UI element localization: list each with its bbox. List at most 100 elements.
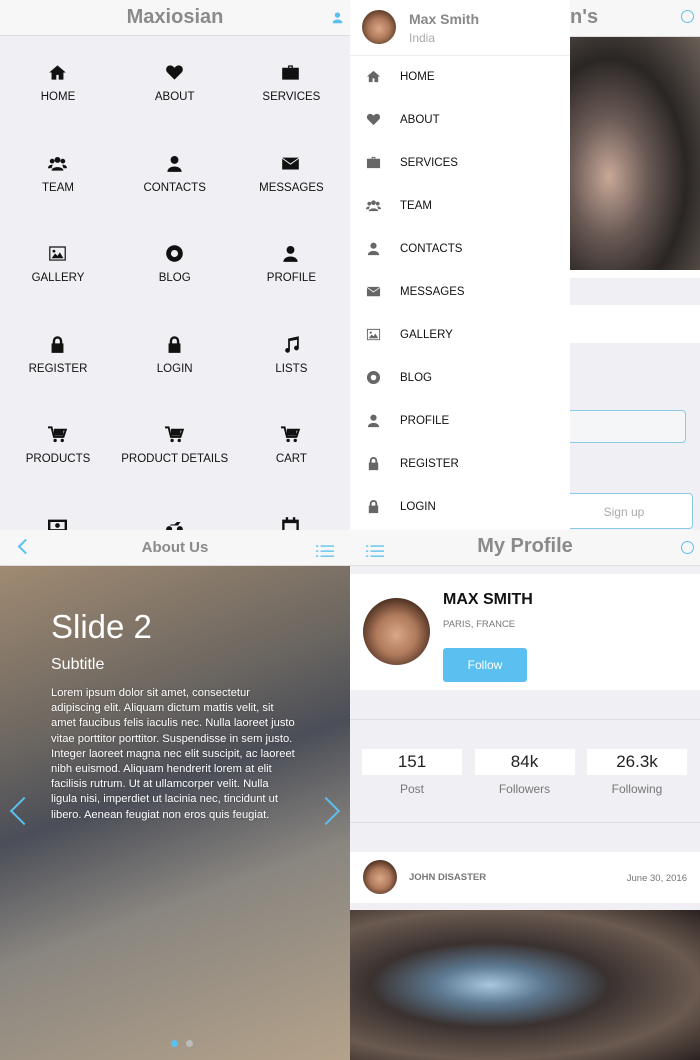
- home-menu-label: CONTACTS: [143, 181, 206, 194]
- lock-icon: [366, 499, 381, 514]
- home-icon: [366, 69, 381, 84]
- drawer-item-home[interactable]: HOME: [350, 70, 570, 119]
- motorcycle-icon: [165, 516, 184, 530]
- drawer-item-blog[interactable]: BLOG: [350, 370, 570, 420]
- signup-button[interactable]: Sign up: [555, 493, 693, 529]
- envelope-icon: [281, 154, 300, 173]
- post-author[interactable]: JOHN DISASTER: [409, 872, 486, 883]
- drawer-screen: n's Sign up Max Smith India HOME ABOUT SER…: [350, 0, 700, 530]
- follow-button[interactable]: Follow: [443, 648, 527, 682]
- users-icon: [48, 154, 67, 173]
- heart-icon: [366, 112, 381, 127]
- drawer-item-contacts[interactable]: CONTACTS: [350, 242, 570, 291]
- pagination-dot-2[interactable]: [186, 1040, 193, 1047]
- drawer-item-label: REGISTER: [400, 458, 459, 470]
- home-menu-label: HOME: [40, 91, 76, 103]
- profile-screen: My Profile MAX SMITH PARIS, FRANCE Follo…: [350, 530, 700, 1060]
- music-icon: [281, 335, 300, 354]
- drawer-item-team[interactable]: TEAM: [350, 200, 570, 248]
- image-icon: [366, 327, 381, 342]
- lock-icon: [366, 456, 381, 471]
- user-icon: [366, 241, 381, 256]
- lock-icon: [48, 335, 67, 354]
- drawer-item-profile[interactable]: PROFILE: [350, 414, 570, 463]
- home-menu-label: GALLERY: [31, 272, 85, 284]
- home-header: Maxiosian: [0, 0, 350, 36]
- profile-header: My Profile: [350, 530, 700, 566]
- smiley-icon[interactable]: [681, 10, 694, 23]
- calendar-icon: [281, 516, 300, 530]
- cart-icon: [281, 425, 301, 444]
- cart-icon: [164, 425, 184, 444]
- drawer-user-location: India: [409, 31, 436, 45]
- home-menu-label: PROFILE: [266, 272, 316, 284]
- home-menu-label: SERVICES: [262, 91, 321, 103]
- divider: [350, 822, 700, 823]
- divider: [350, 719, 700, 720]
- home-menu-label: CART: [275, 453, 307, 465]
- stat-following-label: Following: [611, 782, 663, 796]
- behind-input[interactable]: [555, 410, 686, 443]
- post-header: JOHN DISASTER June 30, 2016: [350, 852, 700, 903]
- pagination-dot-1[interactable]: [171, 1040, 178, 1047]
- image-icon: [48, 244, 67, 263]
- home-menu-label: REGISTER: [28, 362, 88, 375]
- user-icon: [281, 244, 300, 263]
- home-icon: [48, 63, 67, 82]
- envelope-icon: [366, 284, 381, 299]
- stat-following-value[interactable]: 26.3k: [587, 749, 687, 775]
- about-title: About Us: [141, 539, 209, 556]
- drawer-item-services[interactable]: SERVICES: [350, 156, 570, 205]
- app-title: Maxiosian: [126, 6, 224, 28]
- drawer-item-about[interactable]: ABOUT: [350, 113, 570, 162]
- drawer-user-name: Max Smith: [409, 11, 480, 27]
- drawer-item-label: HOME: [400, 71, 435, 83]
- list-icon[interactable]: [366, 542, 384, 560]
- user-icon[interactable]: [331, 11, 344, 24]
- drawer-item-label: SERVICES: [400, 157, 458, 169]
- side-drawer: Max Smith India HOME ABOUT SERVICES TEAM CON…: [350, 0, 570, 530]
- avatar: [362, 10, 396, 44]
- home-menu-label: MESSAGES: [259, 181, 324, 194]
- home-menu-label: ABOUT: [154, 91, 195, 103]
- briefcase-icon: [366, 155, 381, 170]
- home-menu-label: LOGIN: [156, 362, 193, 375]
- slide-subtitle: Subtitle: [51, 656, 105, 673]
- lifebuoy-icon: [366, 370, 381, 385]
- money-icon: [48, 516, 67, 530]
- slide-text: Lorem ipsum dolor sit amet, consectetur …: [51, 687, 295, 821]
- about-header: About Us: [0, 530, 350, 566]
- drawer-item-label: PROFILE: [400, 415, 450, 427]
- profile-name: MAX SMITH: [443, 591, 533, 608]
- cart-icon: [48, 425, 67, 444]
- drawer-item-login[interactable]: LOGIN: [350, 499, 570, 530]
- stat-followers-value[interactable]: 84k: [474, 749, 575, 775]
- drawer-item-label: CONTACTS: [400, 243, 463, 255]
- drawer-item-label: MESSAGES: [400, 286, 465, 298]
- drawer-item-label: GALLERY: [400, 329, 453, 341]
- behind-title: n's: [570, 6, 599, 28]
- drawer-item-register[interactable]: REGISTER: [350, 456, 570, 506]
- profile-title: My Profile: [477, 535, 573, 557]
- smiley-icon[interactable]: [681, 541, 694, 554]
- user-icon: [366, 413, 381, 428]
- drawer-item-gallery[interactable]: GALLERY: [350, 328, 570, 377]
- post-date: June 30, 2016: [626, 873, 687, 884]
- stat-post-label: Post: [399, 782, 424, 796]
- drawer-item-label: TEAM: [400, 200, 432, 212]
- stat-followers-label: Followers: [498, 782, 551, 796]
- list-icon[interactable]: [316, 542, 334, 560]
- drawer-item-label: ABOUT: [400, 114, 440, 126]
- home-menu-label: BLOG: [158, 272, 191, 284]
- home-menu-label: TEAM: [42, 181, 74, 194]
- heart-icon: [165, 63, 184, 82]
- slide-title: Slide 2: [51, 608, 152, 645]
- profile-avatar: [363, 598, 430, 665]
- drawer-item-messages[interactable]: MESSAGES: [350, 286, 570, 334]
- stat-post-value[interactable]: 151: [362, 749, 462, 775]
- drawer-item-label: BLOG: [400, 372, 432, 384]
- profile-card: MAX SMITH PARIS, FRANCE Follow: [350, 574, 700, 690]
- about-screen: About Us Slide 2 Subtitle Lorem ipsum do…: [0, 530, 350, 1060]
- home-menu-label: PRODUCTS: [25, 453, 91, 465]
- drawer-item-label: LOGIN: [400, 501, 436, 513]
